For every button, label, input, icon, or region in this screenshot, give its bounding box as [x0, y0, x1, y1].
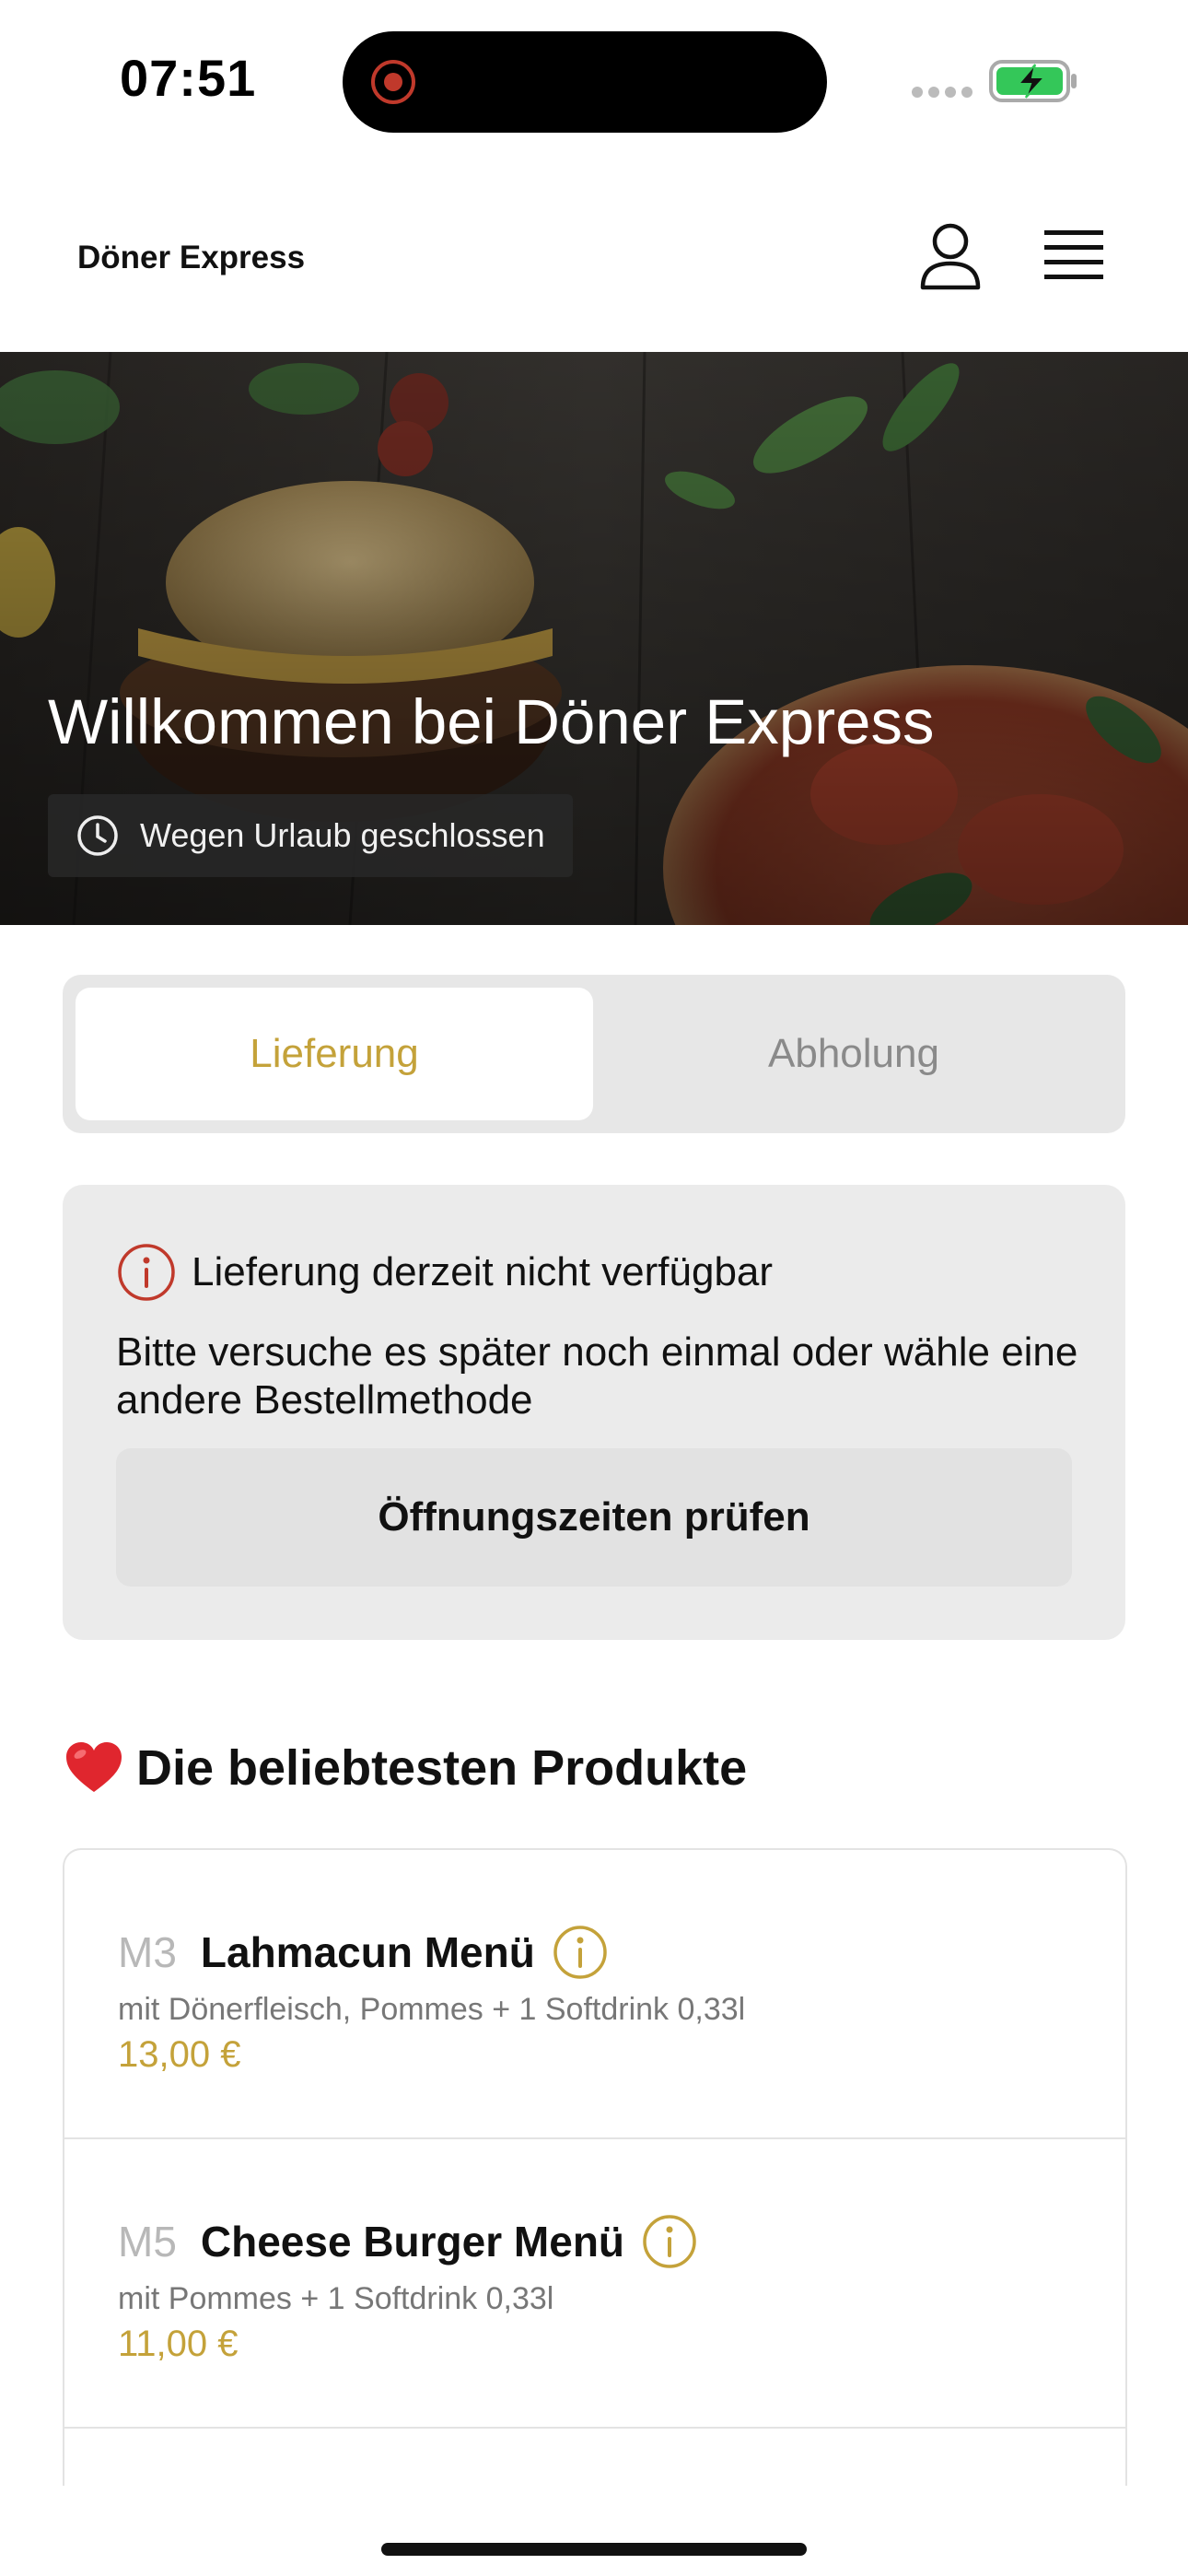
notice-text: Bitte versuche es später noch einmal ode… — [116, 1329, 1078, 1423]
recording-icon — [371, 60, 415, 104]
product-description: mit Dönerfleisch, Pommes + 1 Softdrink 0… — [118, 1992, 746, 2027]
product-item[interactable]: M5 Cheese Burger Menü mit Pommes + 1 Sof… — [64, 2139, 1125, 2429]
order-mode-toggle: Lieferung Abholung — [63, 975, 1125, 1133]
signal-icon — [912, 87, 973, 98]
popular-products-heading: Die beliebtesten Produkte — [64, 1739, 747, 1797]
heart-icon — [66, 1742, 122, 1792]
notice-title-row: Lieferung derzeit nicht verfügbar — [116, 1242, 773, 1303]
info-icon[interactable] — [641, 2213, 698, 2270]
hero-banner: Willkommen bei Döner Express Wegen Urlau… — [0, 352, 1188, 925]
brand-name[interactable]: Döner Express — [77, 240, 305, 276]
tab-abholung[interactable]: Abholung — [595, 988, 1112, 1120]
section-title: Die beliebtesten Produkte — [136, 1740, 748, 1796]
status-time: 07:51 — [120, 49, 257, 107]
product-item[interactable]: M3 Lahmacun Menü mit Dönerfleisch, Pomme… — [64, 1850, 1125, 2139]
hero-title: Willkommen bei Döner Express — [48, 686, 935, 757]
delivery-unavailable-notice: Lieferung derzeit nicht verfügbar Bitte … — [63, 1185, 1125, 1640]
info-icon[interactable] — [552, 1924, 609, 1981]
product-name: Lahmacun Menü — [200, 1928, 535, 1976]
clock-icon — [77, 815, 118, 856]
notice-title: Lieferung derzeit nicht verfügbar — [192, 1249, 774, 1294]
status-bar: 07:51 — [0, 0, 1188, 157]
home-indicator[interactable] — [381, 2543, 807, 2556]
opening-status-badge[interactable]: Wegen Urlaub geschlossen — [48, 794, 573, 877]
tab-lieferung[interactable]: Lieferung — [76, 988, 593, 1120]
hamburger-menu-icon[interactable] — [1041, 225, 1107, 287]
check-opening-hours-button[interactable]: Öffnungszeiten prüfen — [116, 1448, 1072, 1587]
product-description: mit Pommes + 1 Softdrink 0,33l — [118, 2281, 554, 2316]
product-code: M5 — [118, 2218, 177, 2266]
product-name: Cheese Burger Menü — [200, 2218, 625, 2266]
app-header: Döner Express — [0, 175, 1188, 352]
dynamic-island — [343, 31, 827, 133]
alert-info-icon — [118, 1244, 175, 1301]
product-code: M3 — [118, 1928, 177, 1976]
popular-products-list: M3 Lahmacun Menü mit Dönerfleisch, Pomme… — [63, 1848, 1127, 2486]
user-icon[interactable] — [915, 221, 985, 291]
product-price: 13,00 € — [118, 2034, 241, 2075]
product-price: 11,00 € — [118, 2324, 239, 2364]
battery-charging-icon — [989, 60, 1077, 102]
opening-status-text: Wegen Urlaub geschlossen — [140, 816, 545, 854]
